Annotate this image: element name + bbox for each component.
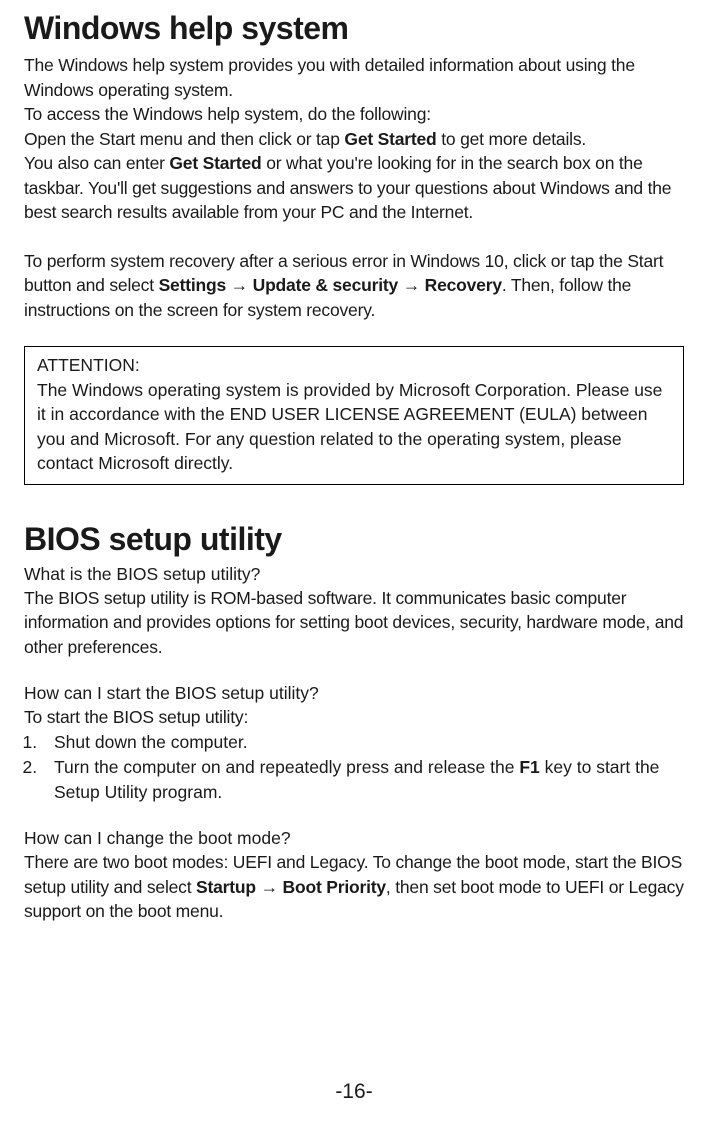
- text: Shut down the computer.: [54, 732, 248, 752]
- bold-text: Boot Priority: [283, 877, 386, 897]
- list-item: Shut down the computer.: [42, 730, 684, 755]
- text: Turn the computer on and repeatedly pres…: [54, 757, 519, 777]
- text: To access the Windows help system, do th…: [24, 104, 431, 124]
- section-heading-bios: BIOS setup utility: [24, 521, 684, 558]
- bold-text: Settings: [159, 275, 226, 295]
- arrow: →: [226, 275, 253, 295]
- paragraph-boot-mode: There are two boot modes: UEFI and Legac…: [24, 850, 684, 924]
- paragraph-bios-desc: The BIOS setup utility is ROM-based soft…: [24, 586, 684, 660]
- paragraph-recovery: To perform system recovery after a serio…: [24, 249, 684, 323]
- arrow: →: [256, 877, 283, 897]
- subheading-what-is-bios: What is the BIOS setup utility?: [24, 564, 684, 585]
- list-item: Turn the computer on and repeatedly pres…: [42, 755, 684, 804]
- ordered-list-start-bios: Shut down the computer. Turn the compute…: [24, 730, 684, 805]
- text: to get more details.: [437, 129, 587, 149]
- page-number: -16-: [0, 1080, 708, 1104]
- text: You also can enter: [24, 153, 169, 173]
- text: Open the Start menu and then click or ta…: [24, 129, 344, 149]
- bold-text: Get Started: [344, 129, 436, 149]
- bold-text: Startup: [196, 877, 256, 897]
- attention-body: The Windows operating system is provided…: [37, 378, 671, 476]
- bold-text: Recovery: [425, 275, 502, 295]
- attention-box: ATTENTION: The Windows operating system …: [24, 346, 684, 485]
- section-heading-windows-help: Windows help system: [24, 10, 684, 47]
- subheading-start-bios: How can I start the BIOS setup utility?: [24, 683, 684, 704]
- bold-text: Get Started: [169, 153, 261, 173]
- bold-text: F1: [519, 757, 539, 777]
- attention-label: ATTENTION:: [37, 353, 671, 378]
- bold-text: Update & security: [253, 275, 398, 295]
- paragraph-intro: The Windows help system provides you wit…: [24, 53, 684, 225]
- text: The Windows help system provides you wit…: [24, 55, 635, 100]
- subheading-boot-mode: How can I change the boot mode?: [24, 828, 684, 849]
- paragraph-start-intro: To start the BIOS setup utility:: [24, 705, 684, 730]
- arrow: →: [398, 275, 425, 295]
